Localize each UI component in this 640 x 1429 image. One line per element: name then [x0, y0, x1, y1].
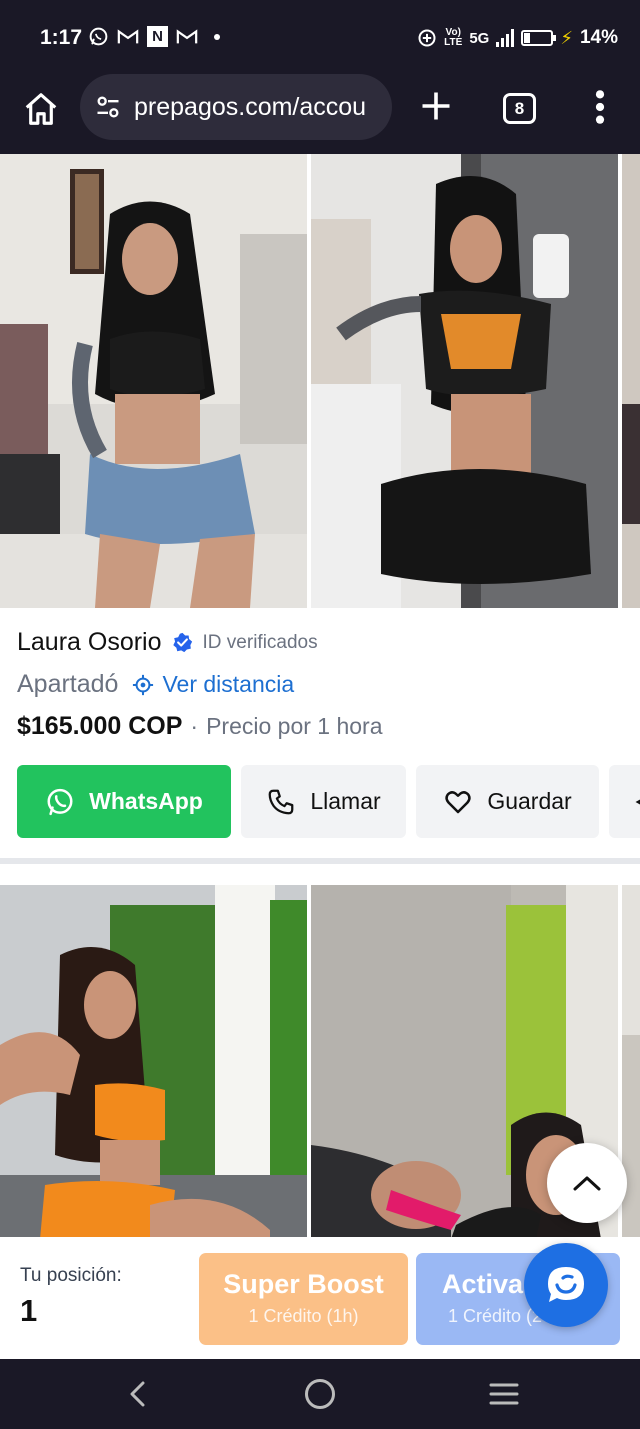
- whatsapp-icon: [47, 788, 73, 815]
- chat-button[interactable]: [524, 1243, 608, 1327]
- chevron-up-icon: [573, 1176, 601, 1191]
- ver-distancia-link[interactable]: Ver distancia: [132, 671, 294, 698]
- system-status-icons: Vo) LTE 5G ⚡ 14%: [417, 27, 618, 49]
- network-type: 5G: [469, 29, 490, 47]
- home-icon[interactable]: [22, 90, 60, 128]
- price-separator: ·: [190, 713, 199, 739]
- position-value: 1: [20, 1293, 38, 1328]
- distance-label[interactable]: Ver distancia: [162, 671, 294, 698]
- page-content: Laura Osorio ID verificados Apartadó Ver…: [0, 154, 640, 1359]
- signal-icon: [496, 29, 515, 47]
- volte-indicator: Vo) LTE: [444, 27, 463, 48]
- call-label[interactable]: Llamar: [310, 788, 380, 815]
- share-icon: [635, 799, 640, 804]
- position-label: Tu posición:: [20, 1265, 122, 1286]
- listing-photo[interactable]: [0, 154, 307, 608]
- battery-level: [524, 33, 531, 43]
- crosshair-icon: [133, 674, 154, 695]
- battery-icon: [521, 30, 557, 46]
- whatsapp-button[interactable]: WhatsApp: [17, 765, 231, 838]
- gmail-notification-icon: [117, 28, 139, 43]
- tab-switcher-button[interactable]: 8: [503, 93, 536, 124]
- notification-icons: N: [88, 26, 220, 47]
- scroll-to-top-button[interactable]: [547, 1143, 627, 1223]
- super-boost-button[interactable]: Super Boost 1 Crédito (1h): [199, 1253, 408, 1345]
- news-notification-icon: N: [147, 26, 168, 47]
- whatsapp-label[interactable]: WhatsApp: [89, 788, 203, 815]
- verified-badge-icon: [172, 632, 192, 653]
- more-notifications-dot: [214, 33, 220, 40]
- price: $165.000 COP: [17, 712, 183, 740]
- heart-icon: [445, 790, 471, 813]
- save-button[interactable]: Guardar: [416, 765, 599, 838]
- listing-divider: [0, 858, 640, 864]
- url-text[interactable]: prepagos.com/accou: [134, 93, 366, 122]
- location-text: Apartadó: [17, 670, 119, 698]
- price-row: $165.000 COP · Precio por 1 hora: [17, 712, 383, 741]
- recent-apps-icon[interactable]: [488, 1381, 520, 1407]
- save-label[interactable]: Guardar: [487, 788, 571, 815]
- system-navigation-bar: [0, 1359, 640, 1429]
- browser-toolbar: prepagos.com/accou 8: [0, 72, 640, 154]
- listing-name-row: Laura Osorio ID verificados: [17, 628, 318, 657]
- gmail-notification-icon: [176, 28, 198, 43]
- price-note: Precio por 1 hora: [206, 713, 383, 739]
- listing-name[interactable]: Laura Osorio: [17, 628, 162, 657]
- listing-photo[interactable]: [311, 154, 618, 608]
- location-row: Apartadó Ver distancia: [17, 670, 294, 699]
- plus-icon[interactable]: [418, 88, 454, 124]
- super-boost-cost: 1 Crédito (1h): [248, 1306, 359, 1326]
- more-vert-icon[interactable]: [590, 88, 610, 126]
- phone-icon: [268, 789, 294, 814]
- charging-bolt-icon: ⚡: [560, 27, 573, 48]
- back-icon[interactable]: [124, 1379, 152, 1409]
- battery-percent: 14%: [579, 27, 618, 48]
- home-nav-icon[interactable]: [305, 1379, 335, 1409]
- data-saver-icon: [418, 29, 436, 47]
- listing-photo[interactable]: [622, 154, 640, 608]
- status-time: 1:17: [40, 26, 83, 49]
- chat-bubble-icon: [548, 1267, 584, 1302]
- share-button[interactable]: [609, 765, 640, 838]
- address-bar[interactable]: prepagos.com/accou: [80, 74, 392, 140]
- call-button[interactable]: Llamar: [241, 765, 406, 838]
- super-boost-title[interactable]: Super Boost: [199, 1269, 408, 1300]
- status-bar: 1:17 N Vo) LTE 5G ⚡ 14%: [0, 0, 640, 72]
- whatsapp-notification-icon: [89, 27, 108, 46]
- listing-photo[interactable]: [0, 885, 307, 1239]
- verified-label: ID verificados: [202, 631, 318, 653]
- tune-icon[interactable]: [94, 93, 122, 121]
